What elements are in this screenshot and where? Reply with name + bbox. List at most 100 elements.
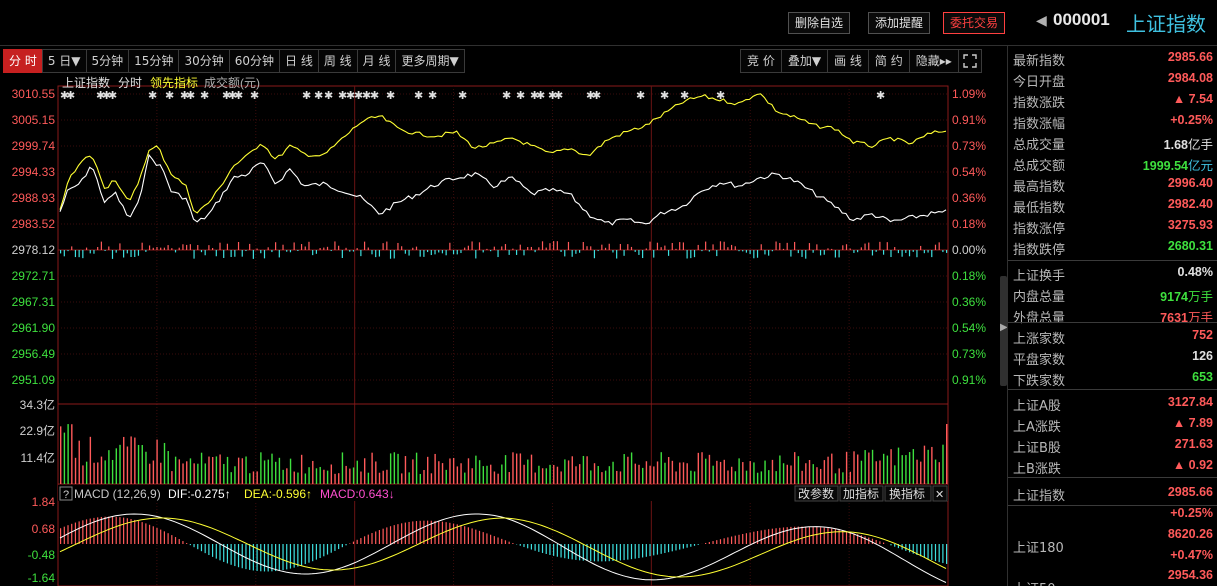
- add-indicator-label[interactable]: 加指标: [843, 486, 879, 501]
- macd-params-label[interactable]: 改参数: [798, 486, 834, 501]
- prev-symbol-icon[interactable]: ◀: [1036, 13, 1047, 29]
- lead-bar: [108, 246, 110, 250]
- lead-bar: [152, 247, 154, 250]
- lead-bar: [701, 250, 703, 252]
- macd-bar: [797, 526, 799, 544]
- quote-value: 3127.84: [1168, 395, 1213, 409]
- pct-tick: 0.54%: [952, 321, 986, 335]
- quote-separator: [1008, 322, 1217, 323]
- volume-bar: [608, 466, 611, 484]
- lead-bar: [78, 250, 80, 258]
- macd-bar: [467, 527, 469, 544]
- switch-indicator-label[interactable]: 换指标: [889, 486, 925, 501]
- volume-bar: [134, 437, 136, 484]
- lead-bar: [208, 245, 210, 250]
- macd-bar: [234, 544, 236, 567]
- macd-bar: [226, 544, 229, 564]
- tab-30min[interactable]: 30分钟: [178, 49, 229, 73]
- tab-weekly[interactable]: 周 线: [317, 49, 357, 73]
- overlay-button[interactable]: 叠加▼: [780, 49, 828, 73]
- lead-bar: [916, 250, 918, 258]
- volume-bar: [853, 451, 855, 484]
- trade-button[interactable]: 委托交易: [943, 12, 1006, 34]
- simple-mode-button[interactable]: 简 约: [867, 49, 909, 73]
- close-indicator-glyph[interactable]: ✕: [935, 489, 944, 501]
- macd-bar: [753, 531, 755, 544]
- lead-bar: [215, 250, 217, 257]
- volume-bar: [434, 453, 436, 484]
- hide-panel-button[interactable]: 隐藏▸▸: [908, 49, 958, 73]
- macd-bar: [408, 521, 410, 544]
- lead-bar: [167, 245, 169, 250]
- macd-bar: [845, 531, 848, 544]
- delete-watchlist-button[interactable]: 删除自选: [788, 12, 851, 34]
- help-icon-glyph[interactable]: ?: [63, 489, 69, 501]
- macd-bar: [779, 527, 781, 544]
- macd-bar: [152, 526, 154, 544]
- macd-bar: [230, 544, 232, 565]
- quote-row: 上B涨跌 ▲ 0.92: [1008, 456, 1213, 477]
- macd-bar: [642, 544, 644, 558]
- volume-bar: [282, 469, 284, 484]
- macd-bar: [693, 544, 696, 546]
- fullscreen-icon[interactable]: [957, 49, 982, 73]
- volume-bar: [404, 456, 407, 484]
- lead-bar: [831, 248, 833, 250]
- quote-panel: 最新指数 2985.66 今日开盘 2984.08 指数涨跌 ▲ 7.54 指数涨幅 +0.2…: [1007, 46, 1217, 586]
- macd-bar: [449, 522, 451, 544]
- volume-bar: [252, 471, 255, 484]
- macd-bar: [664, 544, 666, 554]
- volume-bar: [63, 432, 66, 484]
- tab-5min[interactable]: 5分钟: [85, 49, 129, 73]
- lead-bar: [593, 250, 596, 259]
- volume-bar: [478, 460, 481, 484]
- add-alert-button[interactable]: 添加提醒: [868, 12, 931, 34]
- intraday-chart[interactable]: 上证指数 分时 领先指标 成交额(元) 3010.55 3005.15 2999…: [0, 74, 1004, 586]
- index-row[interactable]: 上证50 2954.36: [1008, 566, 1213, 586]
- chart-grid: [58, 86, 948, 586]
- lead-bar: [419, 250, 421, 257]
- macd-value: MACD:0.643↓: [320, 487, 395, 501]
- tab-60min[interactable]: 60分钟: [228, 49, 279, 73]
- volume-bars: [60, 424, 948, 484]
- lead-bar: [386, 241, 388, 250]
- volume-bar: [393, 452, 396, 484]
- lead-bar: [378, 250, 381, 257]
- event-marker: ✱: [324, 90, 333, 102]
- quote-value: 1999.54亿元: [1143, 155, 1213, 174]
- tab-more-periods[interactable]: 更多周期▼: [395, 49, 465, 73]
- macd-bar: [530, 544, 533, 550]
- volume-bar: [245, 456, 247, 484]
- lead-bar: [74, 250, 77, 258]
- volume-bar: [60, 426, 62, 484]
- lead-bar: [363, 241, 366, 250]
- volume-bar: [441, 463, 444, 484]
- macd-bar: [360, 538, 362, 544]
- tab-daily[interactable]: 日 线: [279, 49, 318, 73]
- volume-bar: [219, 454, 221, 484]
- tab-15min[interactable]: 15分钟: [128, 49, 179, 73]
- macd-bar: [60, 528, 62, 544]
- macd-bar: [541, 544, 544, 553]
- macd-bar: [545, 544, 547, 555]
- macd-bar: [304, 544, 306, 565]
- quote-row: 上涨家数 752: [1008, 326, 1213, 347]
- tab-monthly[interactable]: 月 线: [356, 49, 396, 73]
- index-row[interactable]: 上证指数 2985.66: [1008, 483, 1213, 504]
- volume-bar: [174, 456, 177, 484]
- macd-bar: [186, 543, 188, 544]
- draw-line-button[interactable]: 画 线: [827, 49, 868, 73]
- volume-bar: [226, 456, 229, 484]
- macd-bar: [464, 526, 466, 544]
- macd-bar: [197, 544, 199, 550]
- macd-bar: [931, 544, 933, 560]
- panel-collapse-handle[interactable]: ▶: [1000, 276, 1008, 386]
- tab-intraday[interactable]: 分 时: [3, 49, 42, 73]
- index-row[interactable]: 上证180 8620.26: [1008, 525, 1213, 556]
- lead-bar: [842, 245, 844, 250]
- volume-bar: [538, 465, 540, 484]
- tab-5day[interactable]: 5 日▼: [41, 49, 86, 73]
- auction-button[interactable]: 竞 价: [740, 49, 781, 73]
- volume-bar: [475, 455, 477, 484]
- quote-value: 2985.66: [1168, 50, 1213, 64]
